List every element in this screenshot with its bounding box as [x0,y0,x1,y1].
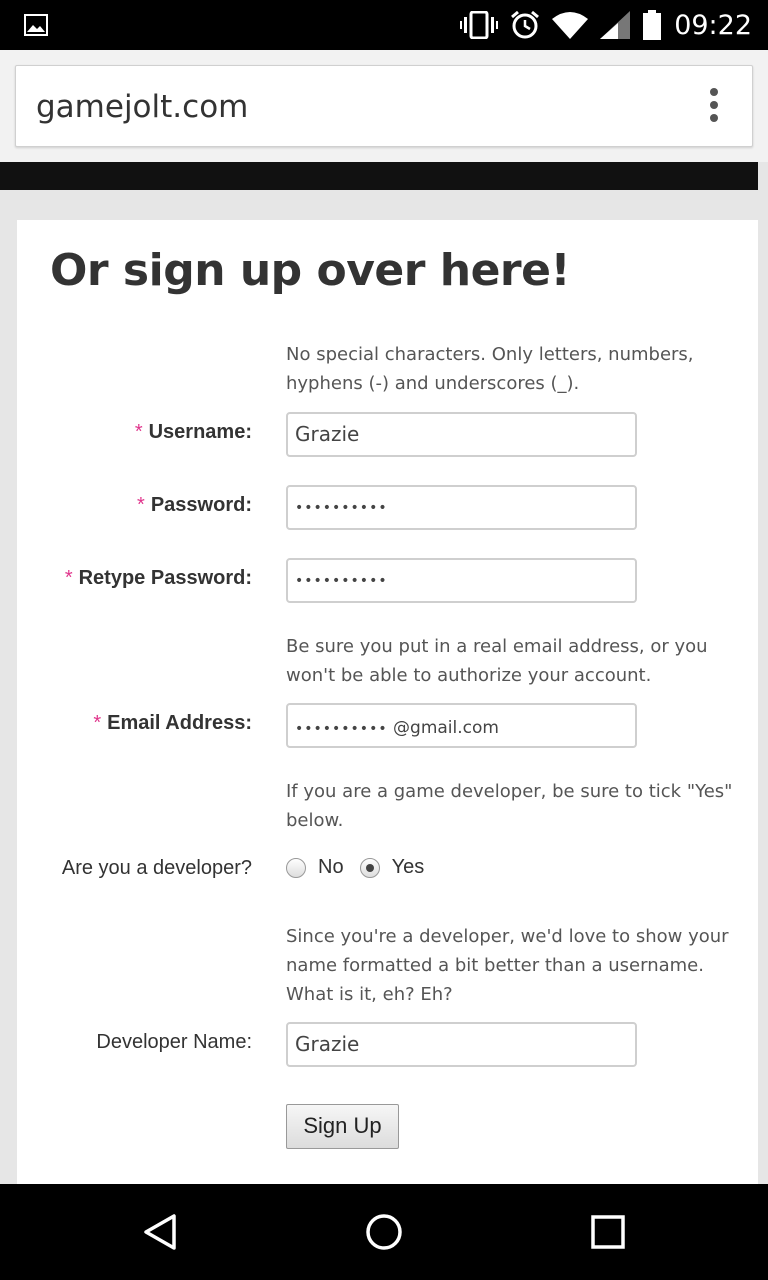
radio-yes-label[interactable]: Yes [392,856,425,879]
developer-name-input[interactable]: Grazie [286,1022,637,1067]
email-input[interactable]: •••••••••• @gmail.com [286,703,637,748]
image-icon [24,14,48,36]
status-bar: 09:22 [0,0,768,50]
radio-yes[interactable] [359,857,380,878]
url-text[interactable]: gamejolt.com [36,89,248,125]
email-label: * Email Address: [93,712,252,734]
required-marker: * [64,567,73,589]
username-hint: No special characters. Only letters, num… [286,344,694,394]
clock: 09:22 [674,9,752,41]
vibrate-icon [460,11,499,39]
signal-icon [600,11,631,39]
recents-icon[interactable] [588,1212,628,1252]
retype-password-label: * Retype Password: [64,567,252,589]
overflow-menu-icon[interactable] [710,88,720,124]
password-input[interactable]: •••••••••• [286,485,637,530]
username-input[interactable]: Grazie [286,412,637,457]
radio-no[interactable] [286,857,306,878]
signup-form-card: Or sign up over here! No special charact… [17,220,758,1184]
home-icon[interactable] [364,1212,404,1252]
browser-toolbar: gamejolt.com [0,50,768,162]
alarm-icon [511,10,540,39]
developer-question-label: Are you a developer? [61,857,252,879]
sign-up-button[interactable]: Sign Up [286,1104,399,1149]
wifi-icon [552,12,589,39]
password-label: * Password: [137,494,252,516]
email-hint: Be sure you put in a real email address,… [286,636,708,686]
page-title: Or sign up over here! [50,245,571,296]
radio-no-label[interactable]: No [318,856,344,879]
url-bar[interactable]: gamejolt.com [15,65,753,147]
required-marker: * [134,421,143,443]
developer-name-hint: Since you're a developer, we'd love to s… [286,926,729,1005]
required-marker: * [137,494,145,516]
battery-icon [643,10,662,40]
site-header-band [0,162,758,190]
back-icon[interactable] [140,1212,180,1252]
page-gutter [758,162,768,1184]
username-label: * Username: [134,421,252,443]
required-marker: * [93,712,102,734]
developer-hint: If you are a game developer, be sure to … [286,781,733,831]
system-nav-bar [0,1184,768,1280]
developer-name-label: Developer Name: [96,1031,252,1053]
email-domain: @gmail.com [393,718,499,738]
email-masked: •••••••••• [295,721,388,737]
developer-radio-group: No Yes [286,856,440,879]
retype-password-input[interactable]: •••••••••• [286,558,637,603]
